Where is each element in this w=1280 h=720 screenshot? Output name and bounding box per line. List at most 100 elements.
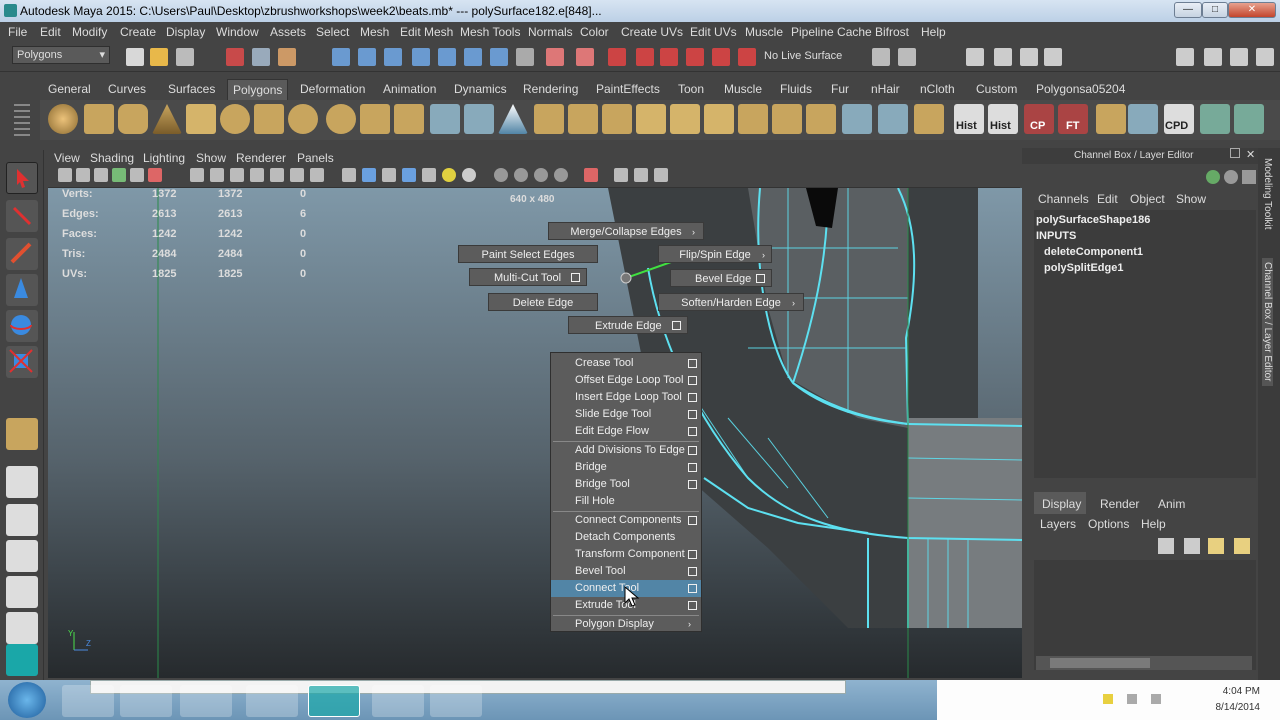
menu-file[interactable]: File (8, 25, 27, 39)
grease-pencil-icon[interactable] (148, 168, 162, 182)
taskbar-app-icon[interactable] (372, 685, 424, 717)
xray-active-icon[interactable] (634, 168, 648, 182)
new-scene-icon[interactable] (126, 48, 144, 66)
input-node-2[interactable]: polySplitEdge1 (1044, 262, 1123, 274)
tab-anim[interactable]: Anim (1158, 497, 1185, 511)
layout-persp-outliner-icon[interactable] (6, 540, 38, 572)
option-box-icon[interactable] (688, 601, 697, 610)
mm-slide-edge-tool[interactable]: Slide Edge Tool (551, 406, 701, 423)
option-box-icon[interactable] (688, 359, 697, 368)
cp-button[interactable]: CP (1024, 104, 1054, 134)
tab-ncloth[interactable]: nCloth (920, 82, 955, 96)
tray-flag-icon[interactable] (1103, 694, 1113, 704)
start-button[interactable] (8, 682, 46, 718)
lights-icon[interactable] (442, 168, 456, 182)
paint-select-tool-icon[interactable] (6, 238, 38, 270)
mm-bevel-edge[interactable]: Bevel Edge (670, 269, 772, 287)
mm-fill-hole[interactable]: Fill Hole (551, 493, 701, 510)
tab-polygons[interactable]: Polygons (227, 79, 289, 100)
textured-icon[interactable] (422, 168, 436, 182)
tray-date[interactable]: 8/14/2014 (1216, 702, 1261, 713)
isolate-select-icon[interactable] (584, 168, 598, 182)
layer-menu-layers[interactable]: Layers (1040, 517, 1076, 531)
extrude-icon[interactable] (568, 104, 598, 134)
layer-menu-options[interactable]: Options (1088, 517, 1129, 531)
share-icon[interactable] (654, 168, 668, 182)
move-tool-icon[interactable] (6, 274, 38, 306)
option-box-icon[interactable] (672, 321, 681, 330)
layout-persp-icon[interactable] (6, 466, 38, 498)
sculpt-icon[interactable] (1234, 104, 1264, 134)
menu-display[interactable]: Display (166, 25, 205, 39)
close-button[interactable]: ✕ (1228, 2, 1276, 18)
paint-icon[interactable] (1200, 104, 1230, 134)
mm-transform-component[interactable]: Transform Component (551, 546, 701, 563)
side-tab-modeling-toolkit[interactable]: Modeling Toolkit (1262, 158, 1273, 230)
history-icon[interactable] (546, 48, 564, 66)
option-box-icon[interactable] (571, 273, 580, 282)
layout-four-icon[interactable] (1204, 48, 1222, 66)
layer-up-icon[interactable] (1208, 538, 1224, 554)
taskbar-chrome-icon[interactable] (246, 685, 298, 717)
menu-mesh-tools[interactable]: Mesh Tools (460, 25, 520, 39)
motion-blur-icon[interactable] (514, 168, 528, 182)
poly-prism-icon[interactable] (254, 104, 284, 134)
anti-alias-icon[interactable] (534, 168, 548, 182)
lasso-tool-icon[interactable] (6, 200, 38, 232)
mm-bridge-tool[interactable]: Bridge Tool (551, 476, 701, 493)
resolution-gate-icon[interactable] (230, 168, 244, 182)
cut-faces-icon[interactable] (842, 104, 872, 134)
ipr-render-icon[interactable] (636, 48, 654, 66)
image-plane-icon[interactable] (112, 168, 126, 182)
option-box-icon[interactable] (688, 463, 697, 472)
menu-modify[interactable]: Modify (72, 25, 107, 39)
layer-menu-help[interactable]: Help (1141, 517, 1166, 531)
option-box-icon[interactable] (688, 584, 697, 593)
menu-assets[interactable]: Assets (270, 25, 306, 39)
scrollbar-thumb[interactable] (1050, 658, 1150, 668)
maya-home-icon[interactable] (6, 644, 38, 676)
layout-persp-graph-icon[interactable] (6, 576, 38, 608)
menu-mesh[interactable]: Mesh (360, 25, 389, 39)
shadows-icon[interactable] (462, 168, 476, 182)
mm-delete-edge[interactable]: Delete Edge (488, 293, 598, 311)
mm-soften-harden-edge[interactable]: Soften/Harden Edge › (658, 293, 804, 311)
tab-render[interactable]: Render (1100, 497, 1139, 511)
mm-extrude-edge[interactable]: Extrude Edge (568, 316, 688, 334)
smooth-shade-icon[interactable] (362, 168, 376, 182)
boolean-icon[interactable] (498, 104, 528, 134)
tab-dynamics[interactable]: Dynamics (454, 82, 507, 96)
tab-rendering[interactable]: Rendering (523, 82, 578, 96)
option-box-icon[interactable] (688, 516, 697, 525)
layout-side-icon[interactable] (1230, 48, 1248, 66)
tab-muscle[interactable]: Muscle (724, 82, 762, 96)
cpd-button[interactable]: CPD (1164, 104, 1194, 134)
snap-curve-icon[interactable] (358, 48, 376, 66)
cb-menu-edit[interactable]: Edit (1097, 192, 1118, 206)
select-component-icon[interactable] (278, 48, 296, 66)
option-box-icon[interactable] (688, 410, 697, 419)
tab-fur[interactable]: Fur (831, 82, 849, 96)
panel-menu-renderer[interactable]: Renderer (236, 151, 286, 165)
offset-loop-icon[interactable] (738, 104, 768, 134)
tab-surfaces[interactable]: Surfaces (168, 82, 215, 96)
menu-edit-mesh[interactable]: Edit Mesh (400, 25, 453, 39)
rotate-tool-icon[interactable] (6, 310, 38, 342)
tab-display[interactable]: Display (1042, 497, 1081, 511)
tool-settings-icon[interactable] (994, 48, 1012, 66)
attribute-editor-icon[interactable] (966, 48, 984, 66)
select-hierarchy-icon[interactable] (226, 48, 244, 66)
panel-menu-show[interactable]: Show (196, 151, 226, 165)
poly-sphere-icon[interactable] (48, 104, 78, 134)
snap-surface-icon[interactable] (438, 48, 456, 66)
minimize-button[interactable]: — (1174, 2, 1202, 18)
modeling-toolkit-icon[interactable] (1044, 48, 1062, 66)
tab-polygonsa05204[interactable]: Polygonsa05204 (1036, 82, 1125, 96)
cb-menu-show[interactable]: Show (1176, 192, 1206, 206)
shelf-menu-icon[interactable] (14, 104, 30, 136)
mm-offset-edge-loop-tool[interactable]: Offset Edge Loop Tool (551, 372, 701, 389)
snap-uv-icon[interactable] (464, 48, 482, 66)
tab-deformation[interactable]: Deformation (300, 82, 365, 96)
float-panel-icon[interactable] (1230, 148, 1240, 158)
render-view-icon[interactable] (712, 48, 730, 66)
